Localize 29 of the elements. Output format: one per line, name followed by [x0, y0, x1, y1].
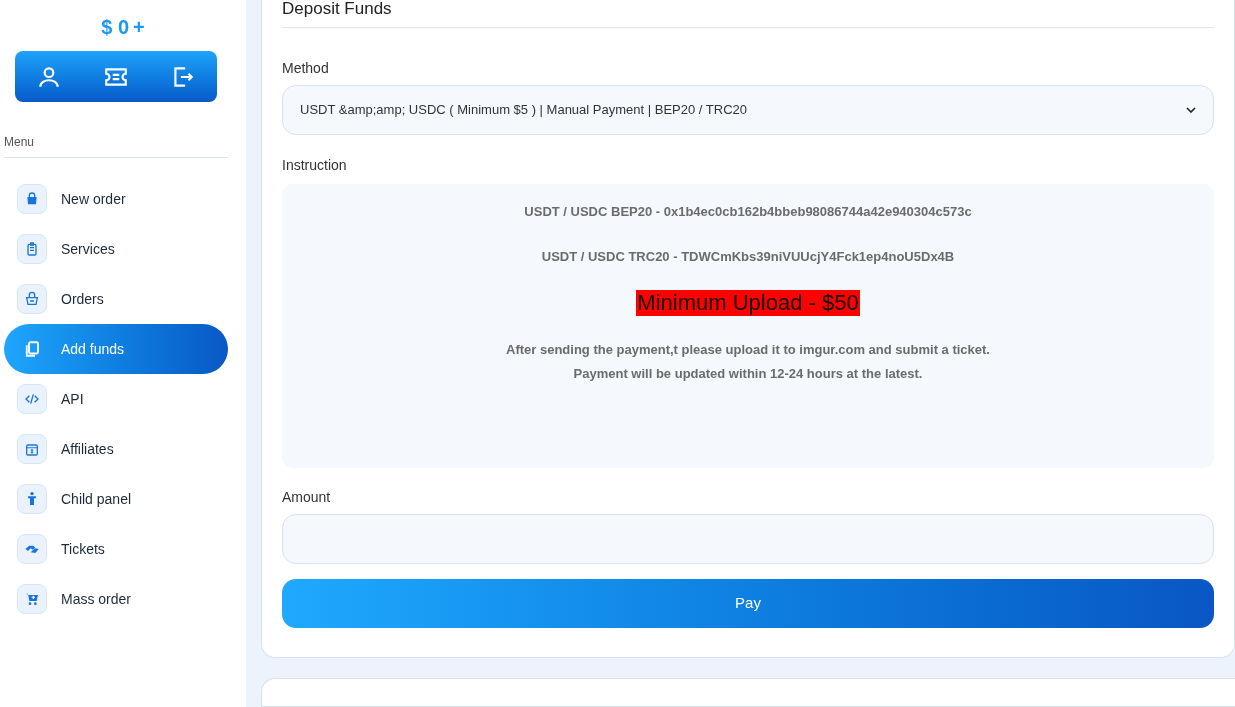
menu-item[interactable]: New order — [4, 174, 228, 224]
menu-item[interactable]: API — [4, 374, 228, 424]
instruction-text: After sending the payment,t please upload it to imgur.com and submit a ticket. — [506, 342, 990, 358]
menu-item[interactable]: Orders — [4, 274, 228, 324]
wallet-address: USDT / USDC BEP20 - 0x1b4ec0cb162b4bbeb98086744a42e940304c573c — [524, 204, 972, 220]
method-select[interactable]: USDT &amp;amp; USDC ( Minimum $5 ) | Manual Payment | BEP20 / TRC20 — [282, 85, 1214, 135]
menu-item[interactable]: Child panel — [4, 474, 228, 524]
menu-item[interactable]: Tickets — [4, 524, 228, 574]
menu-item[interactable]: Affiliates — [4, 424, 228, 474]
wallet-address: USDT / USDC TRC20 - TDWCmKbs39niVUUcjY4Fck1ep4noU5Dx4B — [541, 249, 955, 265]
field-label: Method — [282, 59, 330, 78]
menu-item[interactable]: Mass order — [4, 574, 228, 624]
basket-icon — [24, 291, 40, 307]
instruction-text: Payment will be updated within 12-24 hours at the latest. — [573, 366, 923, 382]
balance-amount: $ 0 — [101, 15, 130, 40]
copy-icon — [23, 340, 41, 358]
menu-item[interactable]: Add funds — [4, 324, 228, 374]
code-icon — [24, 391, 40, 407]
chevron-down-icon — [1186, 107, 1196, 113]
clipboard-icon — [24, 241, 40, 257]
pay-button[interactable]: Pay — [282, 579, 1214, 628]
menu-item[interactable]: Services — [4, 224, 228, 274]
field-label: Amount — [282, 488, 332, 507]
minimum-notice: Minimum Upload - $50 — [636, 290, 860, 316]
bag-icon — [24, 191, 40, 207]
field-label: Instruction — [282, 156, 348, 175]
menu-heading: Menu — [4, 134, 36, 151]
card-title: Deposit Funds — [282, 0, 1214, 28]
amount-field[interactable] — [282, 514, 1214, 564]
